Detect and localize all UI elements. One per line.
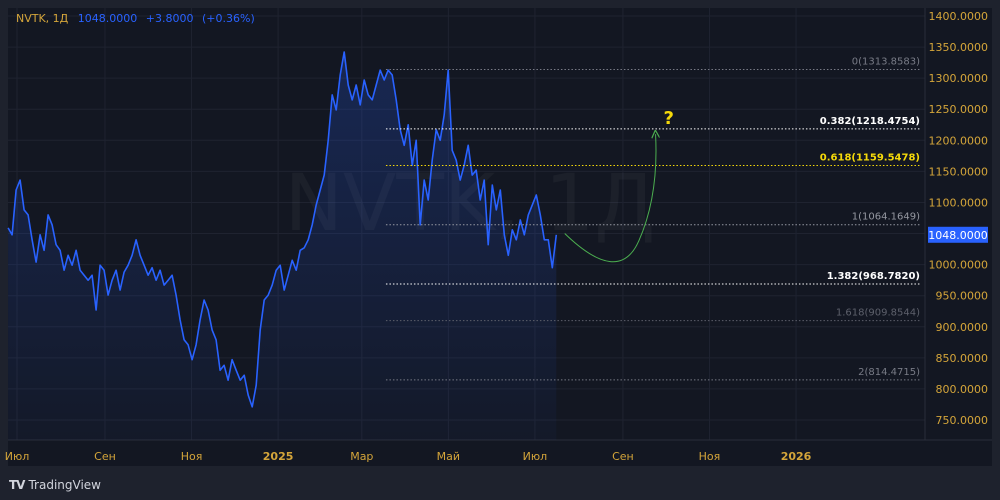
x-tick-label: Июл: [523, 450, 548, 463]
x-tick-label: Сен: [94, 450, 116, 463]
y-tick-label: 1100.0000: [929, 196, 989, 209]
fib-level-label: 2(814.4715): [858, 367, 920, 378]
y-tick-label: 1000.0000: [929, 259, 989, 272]
y-tick-label: 800.0000: [936, 383, 989, 396]
y-tick-label: 850.0000: [936, 352, 989, 365]
x-tick-label: Июл: [5, 450, 30, 463]
legend-price: 1048.0000: [77, 12, 138, 25]
x-tick-label: Ноя: [699, 450, 721, 463]
series-area-fill: [8, 52, 557, 440]
x-tick-label: Май: [437, 450, 460, 463]
legend-change-pct: (+0.36%): [202, 12, 255, 25]
y-tick-label: 900.0000: [936, 321, 989, 334]
chart-legend: NVTK, 1Д 1048.0000 +3.8000 (+0.36%): [16, 12, 260, 25]
x-tick-label: Ноя: [181, 450, 203, 463]
y-tick-label: 1300.0000: [929, 72, 989, 85]
y-tick-label: 1150.0000: [929, 165, 989, 178]
y-tick-label: 1350.0000: [929, 41, 989, 54]
x-tick-label: 2025: [263, 450, 294, 463]
fib-level-label: 0.618(1159.5478): [820, 152, 920, 163]
fib-level-label: 1(1064.1649): [852, 212, 920, 223]
footer: TV TradingView: [9, 478, 101, 492]
price-chart[interactable]: 1400.0000 1350.0000 1300.0000 1250.0000 1200…: [0, 0, 1000, 500]
last-price-label: 1048.0000: [928, 229, 988, 242]
legend-change: +3.8000: [145, 12, 194, 25]
fib-level-label: 1.382(968.7820): [827, 271, 920, 282]
y-tick-label: 750.0000: [936, 414, 989, 427]
x-tick-label: Мар: [350, 450, 373, 463]
y-tick-label: 950.0000: [936, 290, 989, 303]
tradingview-logo-icon: TV: [9, 478, 26, 492]
y-tick-label: 1250.0000: [929, 103, 989, 116]
question-mark-annotation: ?: [664, 108, 674, 129]
fib-level-label: 0.382(1218.4754): [820, 116, 920, 127]
fib-level-label: 0(1313.8583): [852, 57, 920, 68]
x-tick-label: 2026: [781, 450, 812, 463]
legend-symbol[interactable]: NVTK, 1Д: [16, 12, 68, 25]
fib-level-label: 1.618(909.8544): [836, 308, 920, 319]
y-tick-label: 1400.0000: [929, 10, 989, 23]
x-tick-label: Сен: [612, 450, 634, 463]
brand-name[interactable]: TradingView: [28, 478, 101, 492]
y-tick-label: 1200.0000: [929, 134, 989, 147]
